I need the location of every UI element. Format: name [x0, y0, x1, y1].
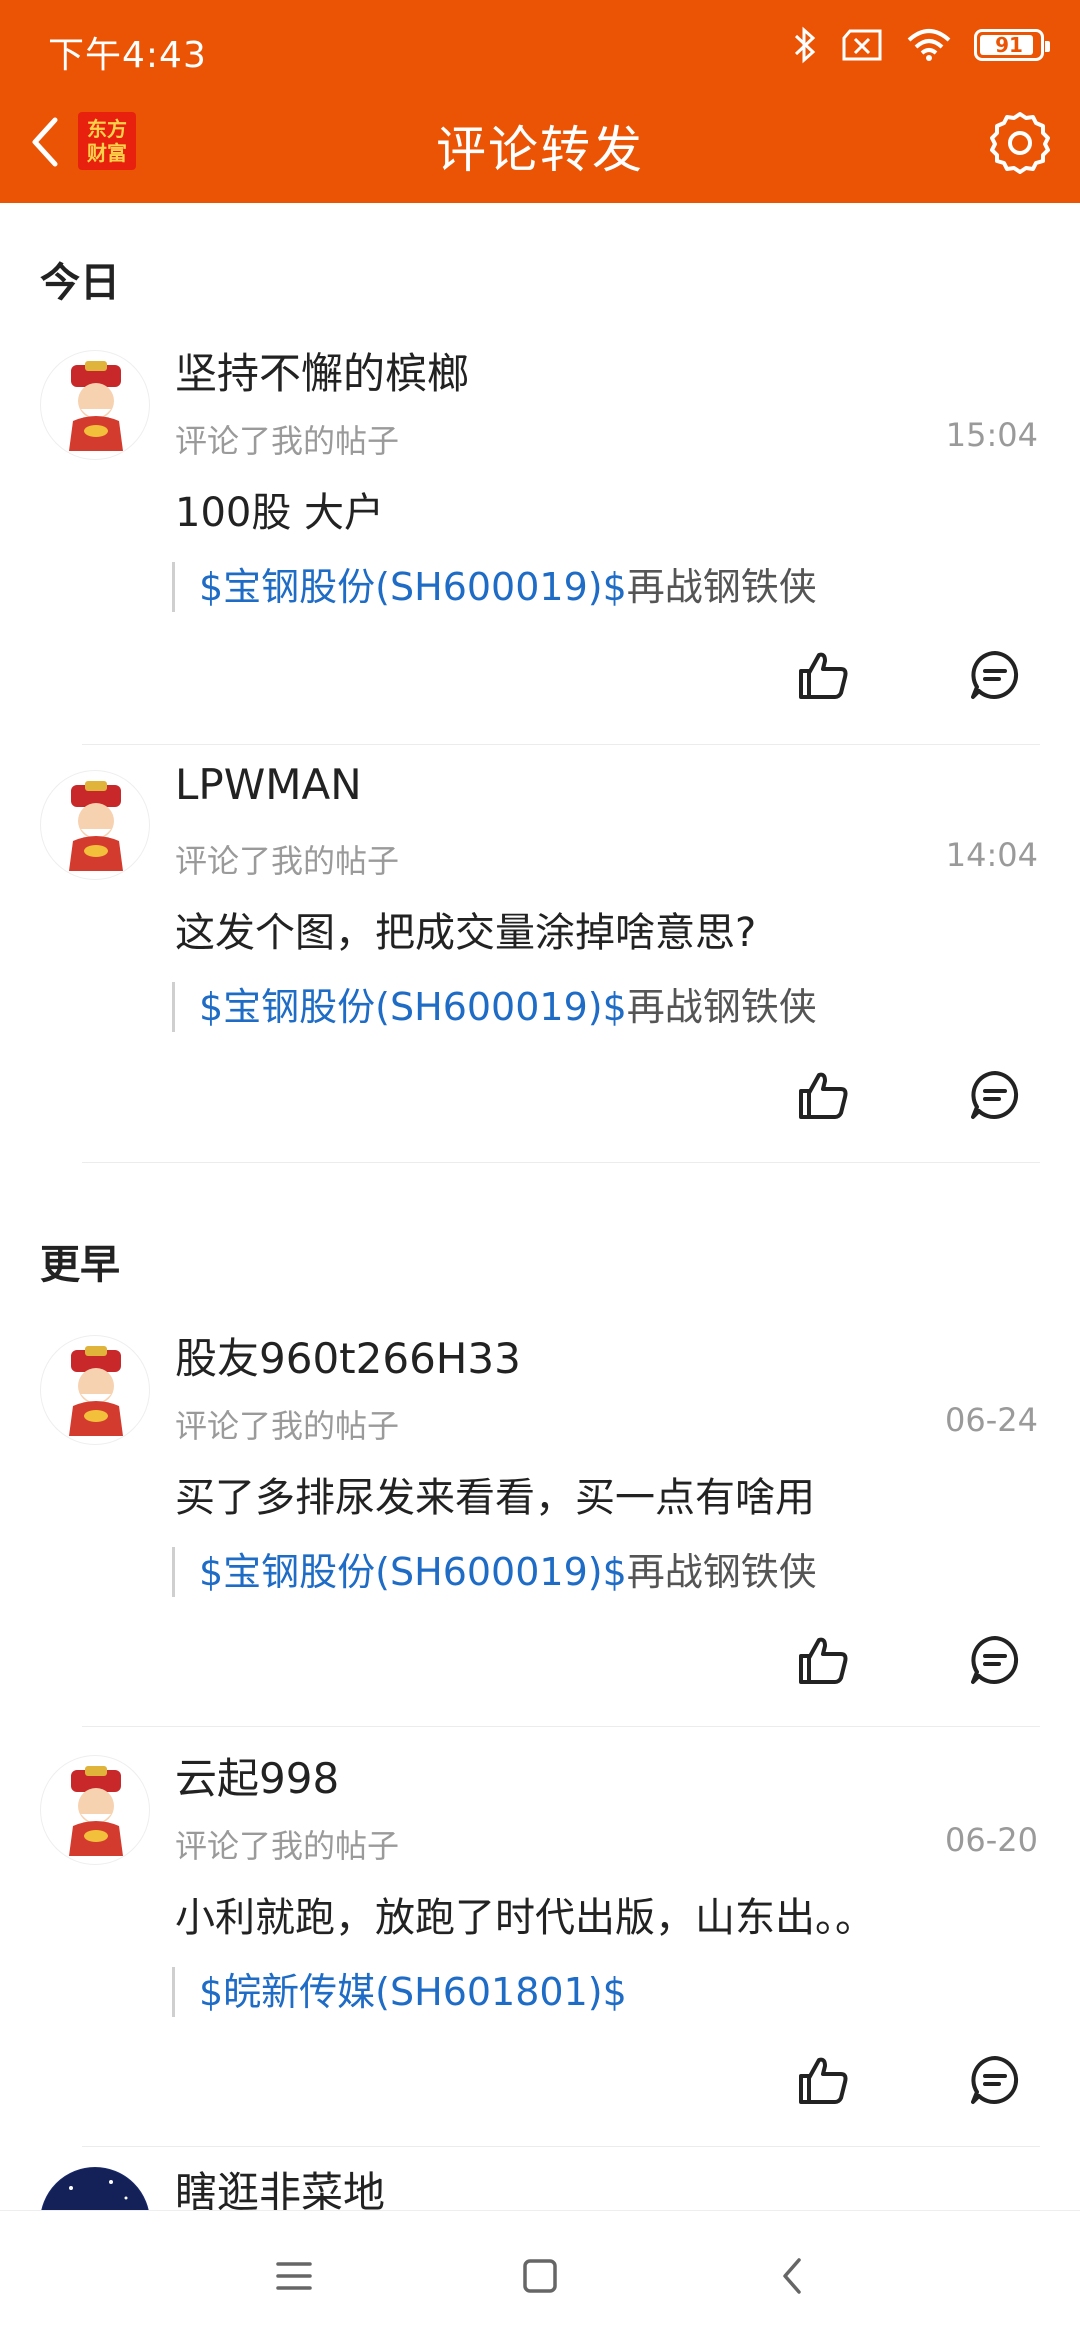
like-button[interactable]: [788, 2045, 858, 2115]
avatar[interactable]: [40, 2167, 150, 2210]
username[interactable]: 股友960t266H33: [175, 1325, 521, 1386]
avatar[interactable]: [40, 350, 150, 460]
thumbs-up-icon: [799, 2057, 848, 2104]
timestamp: 15:04: [945, 416, 1038, 454]
timestamp: 14:04: [945, 836, 1038, 874]
username[interactable]: 瞎逛非菜地: [175, 2165, 385, 2210]
fortune-god-avatar-icon: [69, 361, 123, 451]
comment-text: 100股 大户: [175, 490, 385, 536]
action-text: 评论了我的帖子: [175, 422, 400, 460]
app-header: 下午4:43 91 东方 财富 评论转发: [0, 0, 1080, 203]
wifi-icon: [907, 29, 951, 61]
night-sky-avatar-icon: [41, 2168, 149, 2210]
status-icons: 91: [792, 26, 1050, 64]
divider: [82, 2146, 1040, 2147]
reply-button[interactable]: [960, 1060, 1030, 1130]
timestamp: 06-20: [945, 1821, 1038, 1859]
thumbs-up-icon: [799, 1072, 848, 1119]
fortune-god-avatar-icon: [69, 1766, 123, 1856]
avatar[interactable]: [40, 1755, 150, 1865]
reply-button[interactable]: [960, 640, 1030, 710]
quoted-post[interactable]: $宝钢股份(SH600019)$再战钢铁侠: [172, 562, 817, 612]
menu-icon: [276, 2262, 312, 2290]
stock-link[interactable]: $宝钢股份(SH600019)$: [199, 1550, 627, 1594]
battery-indicator: 91: [974, 29, 1050, 61]
page-title: 评论转发: [436, 121, 644, 179]
username[interactable]: 云起998: [175, 1745, 339, 1806]
quoted-post[interactable]: $皖新传媒(SH601801)$: [172, 1967, 627, 2017]
stock-link[interactable]: $皖新传媒(SH601801)$: [199, 1970, 627, 2014]
stock-link[interactable]: $宝钢股份(SH600019)$: [199, 985, 627, 1029]
battery-level: 91: [995, 33, 1023, 57]
fortune-god-avatar-icon: [69, 1346, 123, 1436]
gear-icon: [990, 112, 1050, 174]
status-time: 下午4:43: [48, 35, 207, 76]
like-button[interactable]: [788, 640, 858, 710]
stock-link[interactable]: $宝钢股份(SH600019)$: [199, 565, 627, 609]
quoted-post[interactable]: $宝钢股份(SH600019)$再战钢铁侠: [172, 982, 817, 1032]
comment-text: 买了多排尿发来看看，买一点有啥用: [175, 1475, 815, 1521]
menu-button[interactable]: [259, 2241, 329, 2311]
chevron-left-icon: [783, 2258, 801, 2294]
avatar[interactable]: [40, 1335, 150, 1445]
comment-bubble-icon: [971, 651, 1019, 699]
divider: [82, 1162, 1040, 1163]
settings-button[interactable]: [988, 110, 1052, 174]
post-title: 再战钢铁侠: [626, 985, 817, 1029]
thumbs-up-icon: [799, 652, 848, 699]
like-button[interactable]: [788, 1625, 858, 1695]
no-sim-icon: [842, 29, 882, 61]
square-home-icon: [523, 2259, 557, 2293]
quoted-post[interactable]: $宝钢股份(SH600019)$再战钢铁侠: [172, 1547, 817, 1597]
timestamp: 06-24: [945, 1401, 1038, 1439]
post-title: 再战钢铁侠: [626, 565, 817, 609]
reply-button[interactable]: [960, 1625, 1030, 1695]
username[interactable]: 坚持不懈的槟榔: [175, 340, 469, 401]
system-nav-bar: [0, 2210, 1080, 2340]
bluetooth-icon: [794, 26, 816, 64]
comment-bubble-icon: [971, 2056, 1019, 2104]
action-text: 评论了我的帖子: [175, 1407, 400, 1445]
thumbs-up-icon: [799, 1637, 848, 1684]
home-button[interactable]: [505, 2241, 575, 2311]
avatar[interactable]: [40, 770, 150, 880]
comment-text: 小利就跑，放跑了时代出版，山东出。。: [175, 1895, 875, 1941]
comment-bubble-icon: [971, 1071, 1019, 1119]
action-text: 评论了我的帖子: [175, 842, 400, 880]
post-title: 再战钢铁侠: [626, 1550, 817, 1594]
comment-item[interactable]: 瞎逛非菜地: [0, 2165, 1080, 2210]
comment-text: 这发个图，把成交量涂掉啥意思?: [175, 910, 757, 956]
comment-bubble-icon: [971, 1636, 1019, 1684]
username[interactable]: LPWMAN: [175, 760, 362, 809]
divider: [82, 744, 1040, 745]
like-button[interactable]: [788, 1060, 858, 1130]
divider: [82, 1726, 1040, 1727]
section-header-today: 今日: [40, 260, 120, 306]
section-header-earlier: 更早: [40, 1242, 120, 1288]
reply-button[interactable]: [960, 2045, 1030, 2115]
action-text: 评论了我的帖子: [175, 1827, 400, 1865]
system-back-button[interactable]: [757, 2241, 827, 2311]
fortune-god-avatar-icon: [69, 781, 123, 871]
